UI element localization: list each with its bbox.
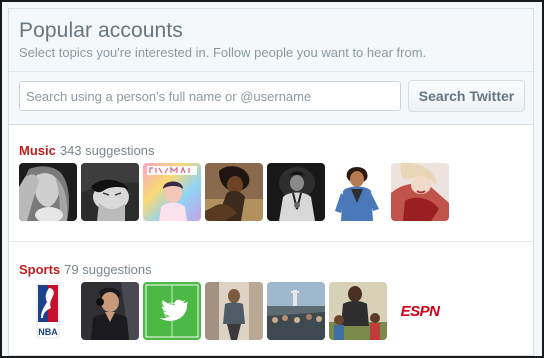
nba-logo-text: NBA	[38, 327, 58, 337]
avatar-row: NBA ESPN	[19, 282, 449, 340]
espn-logo-avatar[interactable]: ESPN	[391, 282, 449, 340]
twitter-sports-avatar[interactable]	[143, 282, 201, 340]
avatar[interactable]	[391, 163, 449, 221]
nba-logo-avatar[interactable]: NBA	[19, 282, 77, 340]
avatar[interactable]	[81, 163, 139, 221]
category-music: Music 343 suggestions	[9, 125, 533, 242]
popular-accounts-panel: Popular accounts Select topics you're in…	[8, 8, 534, 356]
category-sports: Sports 79 suggestions NBA ESPN	[9, 242, 533, 352]
window-frame: Popular accounts Select topics you're in…	[0, 0, 544, 358]
page-title: Popular accounts	[19, 19, 183, 42]
page-subtitle: Select topics you're interested in. Foll…	[19, 45, 427, 60]
search-input[interactable]	[19, 81, 401, 111]
avatar[interactable]	[267, 163, 325, 221]
search-bar: Search Twitter	[9, 72, 533, 125]
avatar[interactable]	[267, 282, 325, 340]
avatar[interactable]	[329, 163, 387, 221]
category-name-link[interactable]: Music	[19, 143, 56, 158]
avatar[interactable]	[143, 163, 201, 221]
avatar[interactable]	[329, 282, 387, 340]
espn-logo-text: ESPN	[401, 303, 442, 320]
avatar[interactable]	[19, 163, 77, 221]
search-twitter-button[interactable]: Search Twitter	[408, 80, 525, 112]
avatar[interactable]	[205, 163, 263, 221]
panel-header: Popular accounts Select topics you're in…	[9, 9, 533, 72]
suggestion-count: 79 suggestions	[64, 262, 152, 277]
category-heading: Sports 79 suggestions	[19, 262, 152, 277]
avatar[interactable]	[81, 282, 139, 340]
avatar[interactable]	[205, 282, 263, 340]
category-name-link[interactable]: Sports	[19, 262, 60, 277]
avatar-row	[19, 163, 449, 221]
category-heading: Music 343 suggestions	[19, 143, 155, 158]
suggestion-count: 343 suggestions	[59, 143, 155, 158]
